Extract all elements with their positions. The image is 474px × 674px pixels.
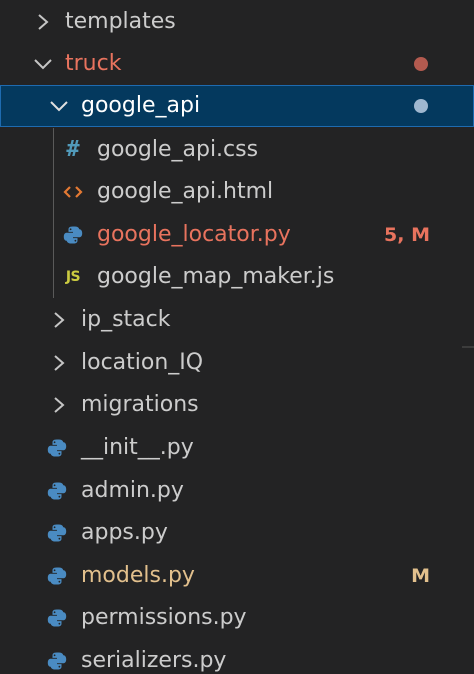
html-brackets-icon xyxy=(60,171,86,213)
modified-badge: M xyxy=(411,565,430,587)
tree-row-label: apps.py xyxy=(81,520,168,545)
js-icon: JS xyxy=(65,269,81,285)
python-icon xyxy=(60,214,86,256)
tree-row-label: __init__.py xyxy=(81,435,194,460)
tree-row-models-py[interactable]: models.py M xyxy=(0,555,474,597)
tree-row-location-iq[interactable]: location_IQ xyxy=(0,342,474,384)
tree-row-serializers-py[interactable]: serializers.py xyxy=(0,640,474,674)
tree-row-ip-stack[interactable]: ip_stack xyxy=(0,299,474,341)
tree-row-label: google_locator.py xyxy=(97,222,291,247)
tree-row-label: models.py xyxy=(81,563,195,588)
python-icon xyxy=(44,597,70,639)
tree-row-label: admin.py xyxy=(81,478,184,503)
tree-row-google-api[interactable]: google_api xyxy=(0,85,474,127)
chevron-right-icon[interactable] xyxy=(48,384,70,426)
python-icon xyxy=(44,640,70,674)
tree-row-apps-py[interactable]: apps.py xyxy=(0,512,474,554)
tree-row-admin-py[interactable]: admin.py xyxy=(0,470,474,512)
tree-row-label: google_map_maker.js xyxy=(97,264,335,289)
tree-row-templates[interactable]: templates xyxy=(0,1,474,43)
tree-row-init-py[interactable]: __init__.py xyxy=(0,427,474,469)
chevron-down-icon[interactable] xyxy=(32,43,54,85)
status-dot-icon xyxy=(414,99,428,113)
tree-row-google-locator-py[interactable]: google_locator.py 5, M xyxy=(0,214,474,256)
python-icon xyxy=(44,427,70,469)
modified-dot-icon xyxy=(414,57,428,71)
tree-row-label: truck xyxy=(65,51,122,76)
tree-row-label: ip_stack xyxy=(81,307,171,332)
file-explorer-tree: templates truck google_api # google_api.… xyxy=(0,0,474,674)
problems-badge: 5, M xyxy=(384,224,430,246)
python-icon xyxy=(44,512,70,554)
tree-row-google-map-maker-js[interactable]: JS google_map_maker.js xyxy=(0,256,474,298)
tree-row-google-api-css[interactable]: # google_api.css xyxy=(0,129,474,171)
python-icon xyxy=(44,555,70,597)
tree-row-permissions-py[interactable]: permissions.py xyxy=(0,597,474,639)
python-icon xyxy=(44,470,70,512)
tree-row-truck[interactable]: truck xyxy=(0,43,474,85)
chevron-right-icon[interactable] xyxy=(48,299,70,341)
tree-row-label: templates xyxy=(65,9,176,34)
tree-row-label: google_api.html xyxy=(97,179,274,204)
tree-row-label: google_api.css xyxy=(97,137,259,162)
tree-row-label: location_IQ xyxy=(81,350,204,375)
chevron-right-icon[interactable] xyxy=(48,342,70,384)
tree-row-label: google_api xyxy=(81,93,201,118)
tree-row-label: migrations xyxy=(81,392,199,417)
tree-row-label: serializers.py xyxy=(81,648,227,673)
tree-row-google-api-html[interactable]: google_api.html xyxy=(0,171,474,213)
tree-row-label: permissions.py xyxy=(81,605,247,630)
chevron-right-icon[interactable] xyxy=(32,1,54,43)
tree-row-migrations[interactable]: migrations xyxy=(0,384,474,426)
chevron-down-icon[interactable] xyxy=(48,85,70,127)
css-hash-icon: # xyxy=(66,137,80,162)
